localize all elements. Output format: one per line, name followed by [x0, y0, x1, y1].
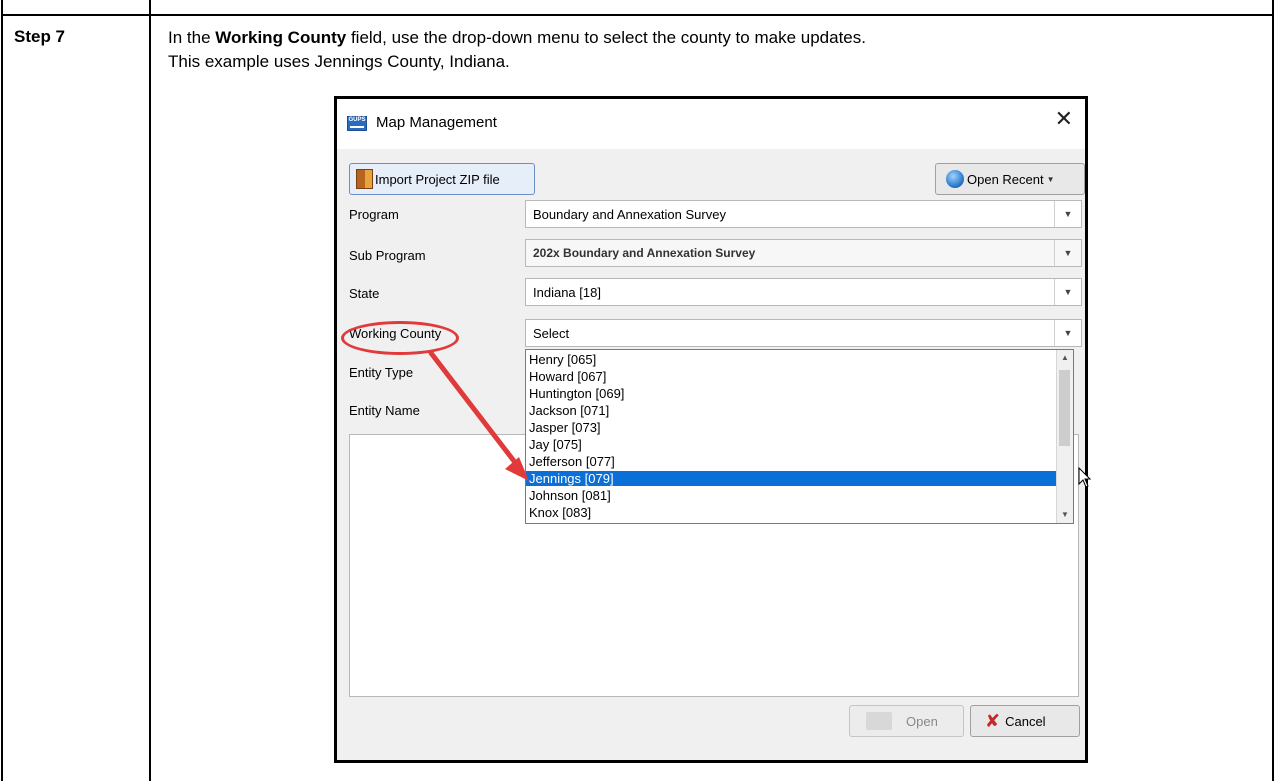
- county-option[interactable]: Huntington [069]: [526, 386, 1056, 401]
- cancel-button-label: Cancel: [1005, 713, 1046, 729]
- open-button[interactable]: Open: [849, 705, 964, 737]
- step-label: Step 7: [14, 27, 66, 46]
- instruction-pre: In the: [168, 28, 216, 47]
- instruction-post: field, use the drop-down menu to select …: [346, 28, 866, 47]
- sub-program-label: Sub Program: [349, 248, 426, 263]
- folder-icon: [866, 712, 892, 730]
- county-option[interactable]: Henry [065]: [526, 352, 1056, 367]
- program-select[interactable]: Boundary and Annexation Survey ▼: [525, 200, 1082, 228]
- state-label: State: [349, 286, 380, 301]
- county-option[interactable]: Howard [067]: [526, 369, 1056, 384]
- working-county-value: Select: [533, 326, 570, 341]
- scroll-up-icon[interactable]: ▲: [1057, 350, 1073, 366]
- entity-name-label: Entity Name: [349, 403, 420, 418]
- app-icon: GUPS: [347, 116, 367, 131]
- step-instruction: In the Working County field, use the dro…: [168, 26, 866, 74]
- sub-program-value: 202x Boundary and Annexation Survey: [533, 246, 756, 260]
- cancel-button[interactable]: ✘ Cancel: [970, 705, 1080, 737]
- instruction-line2: This example uses Jennings County, India…: [168, 52, 510, 71]
- dialog-title: Map Management: [376, 114, 497, 131]
- instruction-bold: Working County: [215, 28, 347, 47]
- import-button-label: Import Project ZIP file: [375, 171, 500, 187]
- county-option[interactable]: Knox [083]: [526, 505, 1056, 520]
- program-label: Program: [349, 207, 399, 222]
- dropdown-arrow-icon[interactable]: ▼: [1054, 279, 1081, 305]
- county-option[interactable]: Jay [075]: [526, 437, 1056, 452]
- county-option[interactable]: Jennings [079]: [526, 471, 1056, 486]
- sub-program-select[interactable]: 202x Boundary and Annexation Survey ▼: [525, 239, 1082, 267]
- import-project-zip-button[interactable]: Import Project ZIP file: [349, 163, 535, 195]
- dropdown-arrow-icon[interactable]: ▼: [1054, 201, 1081, 227]
- county-option[interactable]: Jackson [071]: [526, 403, 1056, 418]
- dropdown-arrow-icon[interactable]: ▼: [1054, 320, 1081, 346]
- county-dropdown-list[interactable]: Henry [065] Howard [067] Huntington [069] J…: [525, 349, 1074, 524]
- open-recent-button[interactable]: Open Recent ▼: [935, 163, 1085, 195]
- scroll-down-icon[interactable]: ▼: [1057, 507, 1073, 523]
- county-option[interactable]: Jasper [073]: [526, 420, 1056, 435]
- scrollbar-thumb[interactable]: [1059, 370, 1070, 446]
- map-management-dialog: GUPS Map Management ✕ Import Project ZIP…: [334, 96, 1092, 763]
- import-zip-icon: [356, 169, 373, 189]
- chevron-down-icon: ▼: [1046, 174, 1055, 184]
- county-option[interactable]: Jefferson [077]: [526, 454, 1056, 469]
- entity-type-label: Entity Type: [349, 365, 414, 380]
- dropdown-arrow-icon[interactable]: ▼: [1054, 240, 1081, 266]
- dropdown-scrollbar[interactable]: ▲ ▼: [1056, 350, 1073, 523]
- state-select[interactable]: Indiana [18] ▼: [525, 278, 1082, 306]
- annotation-ellipse: [341, 321, 459, 355]
- mouse-cursor-icon: [1078, 467, 1092, 488]
- program-value: Boundary and Annexation Survey: [533, 207, 726, 222]
- county-option[interactable]: Johnson [081]: [526, 488, 1056, 503]
- state-value: Indiana [18]: [533, 285, 601, 300]
- open-button-label: Open: [906, 713, 938, 729]
- open-recent-label: Open Recent: [967, 171, 1044, 187]
- working-county-select[interactable]: Select ▼: [525, 319, 1082, 347]
- open-recent-icon: [946, 170, 964, 188]
- dialog-titlebar: GUPS Map Management ✕: [337, 99, 1085, 149]
- close-icon[interactable]: ✕: [1055, 108, 1073, 130]
- cancel-x-icon: ✘: [985, 710, 1001, 731]
